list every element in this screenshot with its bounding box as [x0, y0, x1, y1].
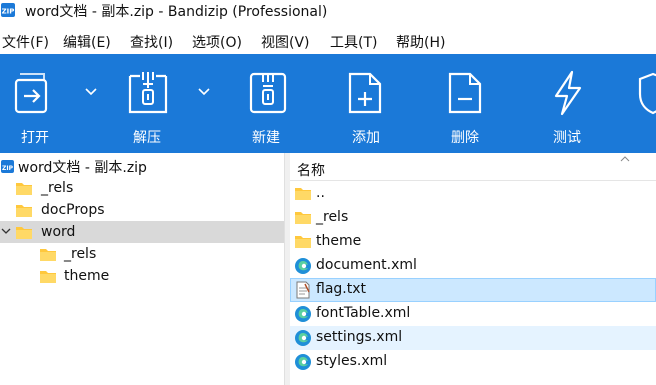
folder-icon	[295, 188, 311, 200]
tree-item-label: _rels	[64, 246, 97, 262]
folder-tree: ZIP word文档 - 副本.zip _rels docProps word …	[0, 153, 284, 385]
extract-dropdown-icon[interactable]	[198, 88, 210, 96]
menu-find[interactable]: 查找(I)	[130, 32, 173, 52]
extract-label: 解压	[133, 130, 161, 146]
test-button[interactable]: 测试	[530, 54, 610, 153]
file-name: document.xml	[316, 257, 417, 273]
delete-label: 删除	[451, 130, 479, 146]
shield-icon	[638, 72, 656, 115]
folder-icon	[40, 271, 56, 283]
column-name-label: 名称	[297, 163, 325, 179]
delete-button[interactable]: 删除	[430, 54, 510, 153]
open-archive-icon	[14, 73, 48, 114]
tree-item-label: theme	[64, 268, 110, 284]
menu-view[interactable]: 视图(V)	[261, 32, 310, 52]
tree-item-label: word	[41, 224, 76, 240]
tree-item-label: _rels	[41, 180, 74, 196]
tree-root-label: word文档 - 副本.zip	[18, 160, 147, 176]
tree-item-rels[interactable]: _rels	[0, 177, 284, 199]
lightning-icon	[554, 70, 582, 116]
list-item[interactable]: document.xml	[290, 254, 656, 278]
new-archive-button[interactable]: 新建	[230, 54, 310, 153]
menu-file[interactable]: 文件(F)	[2, 32, 49, 52]
folder-icon	[16, 183, 32, 195]
add-label: 添加	[352, 130, 380, 146]
list-item-selected[interactable]: flag.txt	[290, 278, 656, 302]
menu-edit[interactable]: 编辑(E)	[63, 32, 111, 52]
folder-icon	[40, 249, 56, 261]
edge-xml-icon	[295, 330, 311, 346]
menu-options[interactable]: 选项(O)	[192, 32, 242, 52]
open-dropdown-icon[interactable]	[85, 88, 97, 96]
bandizip-app-icon: ZIP	[1, 3, 15, 17]
folder-icon	[295, 236, 311, 248]
list-item[interactable]: ..	[290, 182, 656, 206]
folder-open-icon	[16, 227, 32, 239]
file-name: ..	[316, 185, 325, 201]
edge-xml-icon	[295, 306, 311, 322]
menu-bar: 文件(F) 编辑(E) 查找(I) 选项(O) 视图(V) 工具(T) 帮助(H…	[0, 28, 656, 54]
svg-text:ZIP: ZIP	[2, 165, 14, 172]
tree-item-word-rels[interactable]: _rels	[0, 243, 284, 265]
zip-archive-icon: ZIP	[1, 160, 14, 173]
file-name: flag.txt	[316, 281, 366, 297]
test-label: 测试	[553, 130, 581, 146]
edge-xml-icon	[295, 354, 311, 370]
text-file-icon	[296, 281, 310, 299]
new-label: 新建	[252, 130, 280, 146]
list-item[interactable]: fontTable.xml	[290, 302, 656, 326]
delete-file-icon	[448, 72, 482, 114]
title-bar[interactable]: ZIP word文档 - 副本.zip - Bandizip (Professi…	[0, 0, 656, 22]
edge-xml-icon	[295, 258, 311, 274]
tree-item-docprops[interactable]: docProps	[0, 199, 284, 221]
tree-item-word[interactable]: word	[0, 221, 284, 243]
add-button[interactable]: 添加	[330, 54, 410, 153]
menu-help[interactable]: 帮助(H)	[396, 32, 445, 52]
new-archive-icon	[249, 72, 287, 114]
tree-item-label: docProps	[41, 202, 105, 218]
extract-zipper-icon	[128, 72, 168, 114]
file-name: styles.xml	[316, 353, 388, 369]
tree-item-theme[interactable]: theme	[0, 265, 284, 287]
menu-tools[interactable]: 工具(T)	[330, 32, 377, 52]
folder-icon	[16, 205, 32, 217]
list-item[interactable]: styles.xml	[290, 350, 656, 374]
open-label: 打开	[21, 130, 49, 146]
folder-icon	[295, 212, 311, 224]
open-button[interactable]: 打开	[0, 54, 80, 153]
column-header-name[interactable]: 名称	[290, 153, 656, 181]
window-title: word文档 - 副本.zip - Bandizip (Professional…	[25, 4, 328, 20]
file-name: _rels	[316, 209, 349, 225]
chevron-down-icon[interactable]	[1, 228, 11, 236]
sort-ascending-icon	[620, 156, 630, 162]
list-item-hover[interactable]: settings.xml	[290, 326, 656, 350]
file-list: 名称 .. _rels theme document.xml flag.txt …	[290, 153, 656, 385]
list-item[interactable]: _rels	[290, 206, 656, 230]
file-name: fontTable.xml	[316, 305, 411, 321]
svg-text:ZIP: ZIP	[2, 8, 15, 16]
extract-button[interactable]: 解压	[110, 54, 190, 153]
file-name: settings.xml	[316, 329, 403, 345]
list-item[interactable]: theme	[290, 230, 656, 254]
protect-button[interactable]	[630, 54, 656, 153]
toolbar: 打开 解压 新建 添加 删除 测试	[0, 54, 656, 153]
file-name: theme	[316, 233, 362, 249]
tree-root[interactable]: ZIP word文档 - 副本.zip	[0, 155, 284, 177]
add-file-icon	[348, 72, 382, 114]
